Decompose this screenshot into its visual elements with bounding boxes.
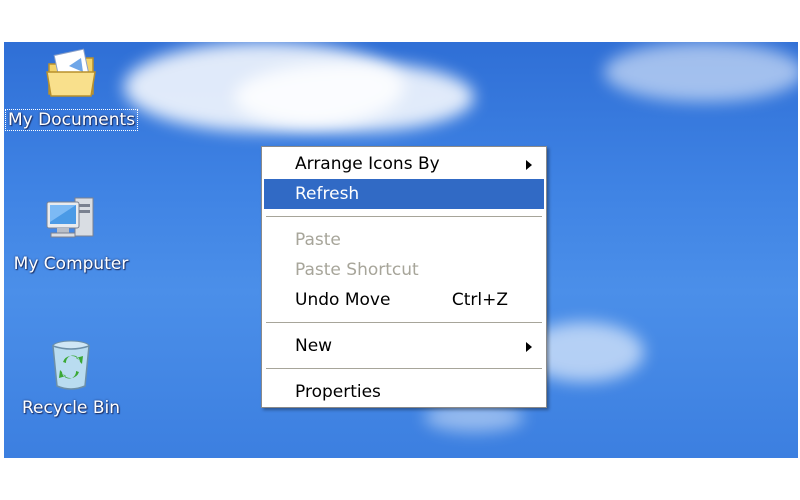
folder-documents-icon	[39, 44, 103, 108]
wallpaper-cloud	[234, 62, 474, 132]
wallpaper-cloud	[604, 42, 798, 102]
menu-item-label: Arrange Icons By	[295, 154, 440, 174]
menu-item-paste-shortcut[interactable]: Paste Shortcut	[264, 255, 544, 285]
submenu-arrow-icon	[526, 160, 532, 170]
menu-item-label: New	[295, 336, 333, 356]
desktop-icon-my-computer[interactable]: My Computer	[6, 188, 136, 274]
menu-item-label: Refresh	[295, 184, 360, 204]
menu-separator	[266, 322, 542, 323]
menu-item-new[interactable]: New	[264, 331, 544, 361]
menu-item-arrange-icons-by[interactable]: Arrange Icons By	[264, 149, 544, 179]
menu-item-properties[interactable]: Properties	[264, 377, 544, 407]
desktop-icon-label: My Computer	[13, 254, 129, 274]
menu-item-label: Properties	[295, 382, 381, 402]
computer-icon	[39, 188, 103, 252]
desktop-icon-recycle-bin[interactable]: Recycle Bin	[6, 332, 136, 418]
desktop-context-menu: Arrange Icons By Refresh Paste Paste Sho…	[261, 146, 547, 408]
page: My Documents My Computer Recycle Bin Arr…	[0, 0, 800, 500]
menu-item-paste[interactable]: Paste	[264, 225, 544, 255]
desktop-icon-label: Recycle Bin	[21, 398, 120, 418]
submenu-arrow-icon	[526, 342, 532, 352]
menu-item-label: Undo Move	[295, 290, 391, 310]
recycle-bin-icon	[39, 332, 103, 396]
menu-separator	[266, 216, 542, 217]
menu-item-shortcut: Ctrl+Z	[451, 290, 508, 310]
desktop-icon-my-documents[interactable]: My Documents	[4, 44, 139, 131]
menu-separator	[266, 368, 542, 369]
desktop-icon-label: My Documents	[4, 109, 139, 131]
menu-item-label: Paste	[295, 230, 341, 250]
menu-item-undo-move[interactable]: Undo Move Ctrl+Z	[264, 285, 544, 315]
menu-item-label: Paste Shortcut	[295, 260, 419, 280]
menu-item-refresh[interactable]: Refresh	[264, 179, 544, 209]
